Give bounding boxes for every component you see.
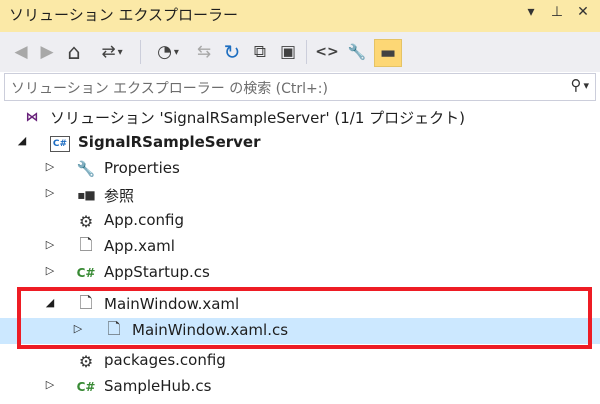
tree-item-solution[interactable]: ⋈ ソリューション 'SignalRSampleServer' (1/1 プロジ… [0, 104, 600, 130]
forward-button[interactable]: ▶ [36, 39, 58, 65]
window-title: ソリューション エクスプローラー [9, 6, 239, 24]
tree-item-label: App.config [104, 211, 184, 229]
chevron-down-icon: ▾ [583, 78, 589, 92]
expanded-arrow-icon[interactable]: ◢ [16, 134, 28, 147]
sync-button[interactable]: ⇆ [192, 39, 216, 65]
xaml-file-icon: 🗋 [79, 292, 93, 312]
csharp-project-icon: C# [50, 136, 70, 152]
config-file-icon: ⚙ [78, 351, 94, 371]
tree-item-label: AppStartup.cs [104, 263, 210, 281]
tree-item-app-xaml[interactable]: ▷ 🗋 App.xaml [0, 234, 600, 260]
tree-item-packages-config[interactable]: ⚙ packages.config [0, 348, 600, 374]
code-file-icon: 🗋 [107, 318, 121, 338]
home-button[interactable]: ⌂ [62, 39, 86, 65]
tree-item-app-config[interactable]: ⚙ App.config [0, 208, 600, 234]
collapsed-arrow-icon[interactable]: ▷ [72, 322, 84, 335]
back-icon: ◀ [14, 42, 28, 62]
tree-item-label: App.xaml [104, 237, 175, 255]
tree-item-label: packages.config [104, 351, 226, 369]
collapsed-arrow-icon[interactable]: ▷ [44, 238, 56, 251]
project-label: SignalRSampleServer [78, 133, 261, 151]
home-icon: ⌂ [67, 40, 81, 64]
tree-item-project[interactable]: ◢ C# SignalRSampleServer [0, 130, 600, 156]
collapse-all-icon: ⧉ [253, 42, 267, 62]
expanded-arrow-icon[interactable]: ◢ [44, 296, 56, 309]
title-bar: ソリューション エクスプローラー ▾ ⊥ ✕ [0, 0, 600, 32]
window-dropdown-button[interactable]: ▾ [522, 4, 540, 20]
refresh-icon: ↻ [223, 40, 241, 64]
tree-item-label: Properties [104, 159, 180, 177]
references-icon: ▪■ [77, 188, 95, 202]
tree-item-mainwindow-xaml-cs[interactable]: ▷ 🗋 MainWindow.xaml.cs [0, 318, 600, 344]
collapsed-arrow-icon[interactable]: ▷ [44, 160, 56, 173]
preview-selected-items-button[interactable]: ▬ [374, 39, 402, 67]
csharp-file-icon: C# [76, 266, 96, 280]
switch-views-icon: ⇄ [101, 42, 116, 62]
back-button[interactable]: ◀ [10, 39, 32, 65]
show-all-files-button[interactable]: ▣ [276, 39, 300, 65]
tree-item-label: 参照 [104, 187, 135, 205]
xaml-file-icon: 🗋 [79, 234, 93, 254]
tree-item-label: MainWindow.xaml.cs [132, 321, 289, 339]
tree-item-references[interactable]: ▷ ▪■ 参照 [0, 182, 600, 208]
collapsed-arrow-icon[interactable]: ▷ [44, 186, 56, 199]
preview-icon: ▬ [379, 43, 397, 63]
solution-label: ソリューション 'SignalRSampleServer' (1/1 プロジェク… [50, 109, 466, 127]
show-all-files-icon: ▣ [279, 42, 297, 62]
tree-item-properties[interactable]: ▷ 🔧 Properties [0, 156, 600, 182]
search-button[interactable]: ⚲ ▾ [570, 76, 589, 94]
view-code-button[interactable]: <> [314, 39, 340, 65]
forward-icon: ▶ [40, 42, 54, 62]
tree-item-label: MainWindow.xaml [104, 295, 240, 313]
tree-item-samplehub-cs[interactable]: ▷ C# SampleHub.cs [0, 374, 600, 400]
tree-item-label: SampleHub.cs [104, 377, 212, 395]
properties-button[interactable]: 🔧 [344, 39, 370, 65]
title-controls: ▾ ⊥ ✕ [522, 4, 592, 20]
collapse-all-button[interactable]: ⧉ [248, 39, 272, 65]
search-input[interactable]: ソリューション エクスプローラー の検索 (Ctrl+:) [11, 78, 328, 98]
clock-icon: ◔ [157, 42, 172, 62]
toolbar: ◀ ▶ ⌂ ⇄ ▾ ◔ ▾ ⇆ ↻ ⧉ ▣ <> 🔧 ▬ [0, 32, 600, 72]
tree-item-appstartup-cs[interactable]: ▷ C# AppStartup.cs [0, 260, 600, 286]
pending-changes-filter-button[interactable]: ◔ ▾ [148, 39, 188, 65]
tree-item-mainwindow-xaml[interactable]: ◢ 🗋 MainWindow.xaml [0, 292, 600, 318]
csharp-file-icon: C# [76, 380, 96, 394]
switch-views-button[interactable]: ⇄ ▾ [90, 39, 134, 65]
pin-button[interactable]: ⊥ [548, 4, 566, 20]
code-icon: <> [315, 44, 339, 60]
toolbar-separator [306, 40, 307, 64]
search-icon: ⚲ [570, 76, 582, 94]
wrench-icon: 🔧 [347, 43, 367, 61]
toolbar-separator [140, 40, 141, 64]
chevron-down-icon: ▾ [173, 46, 179, 58]
close-button[interactable]: ✕ [574, 4, 592, 20]
collapsed-arrow-icon[interactable]: ▷ [44, 264, 56, 277]
sync-icon: ⇆ [196, 42, 212, 62]
refresh-button[interactable]: ↻ [220, 39, 244, 65]
config-file-icon: ⚙ [78, 211, 94, 231]
collapsed-arrow-icon[interactable]: ▷ [44, 378, 56, 391]
solution-icon: ⋈ [25, 109, 39, 125]
search-box[interactable]: ソリューション エクスプローラー の検索 (Ctrl+:) ⚲ ▾ [4, 73, 596, 101]
wrench-icon: 🔧 [76, 160, 96, 178]
chevron-down-icon: ▾ [117, 46, 123, 58]
